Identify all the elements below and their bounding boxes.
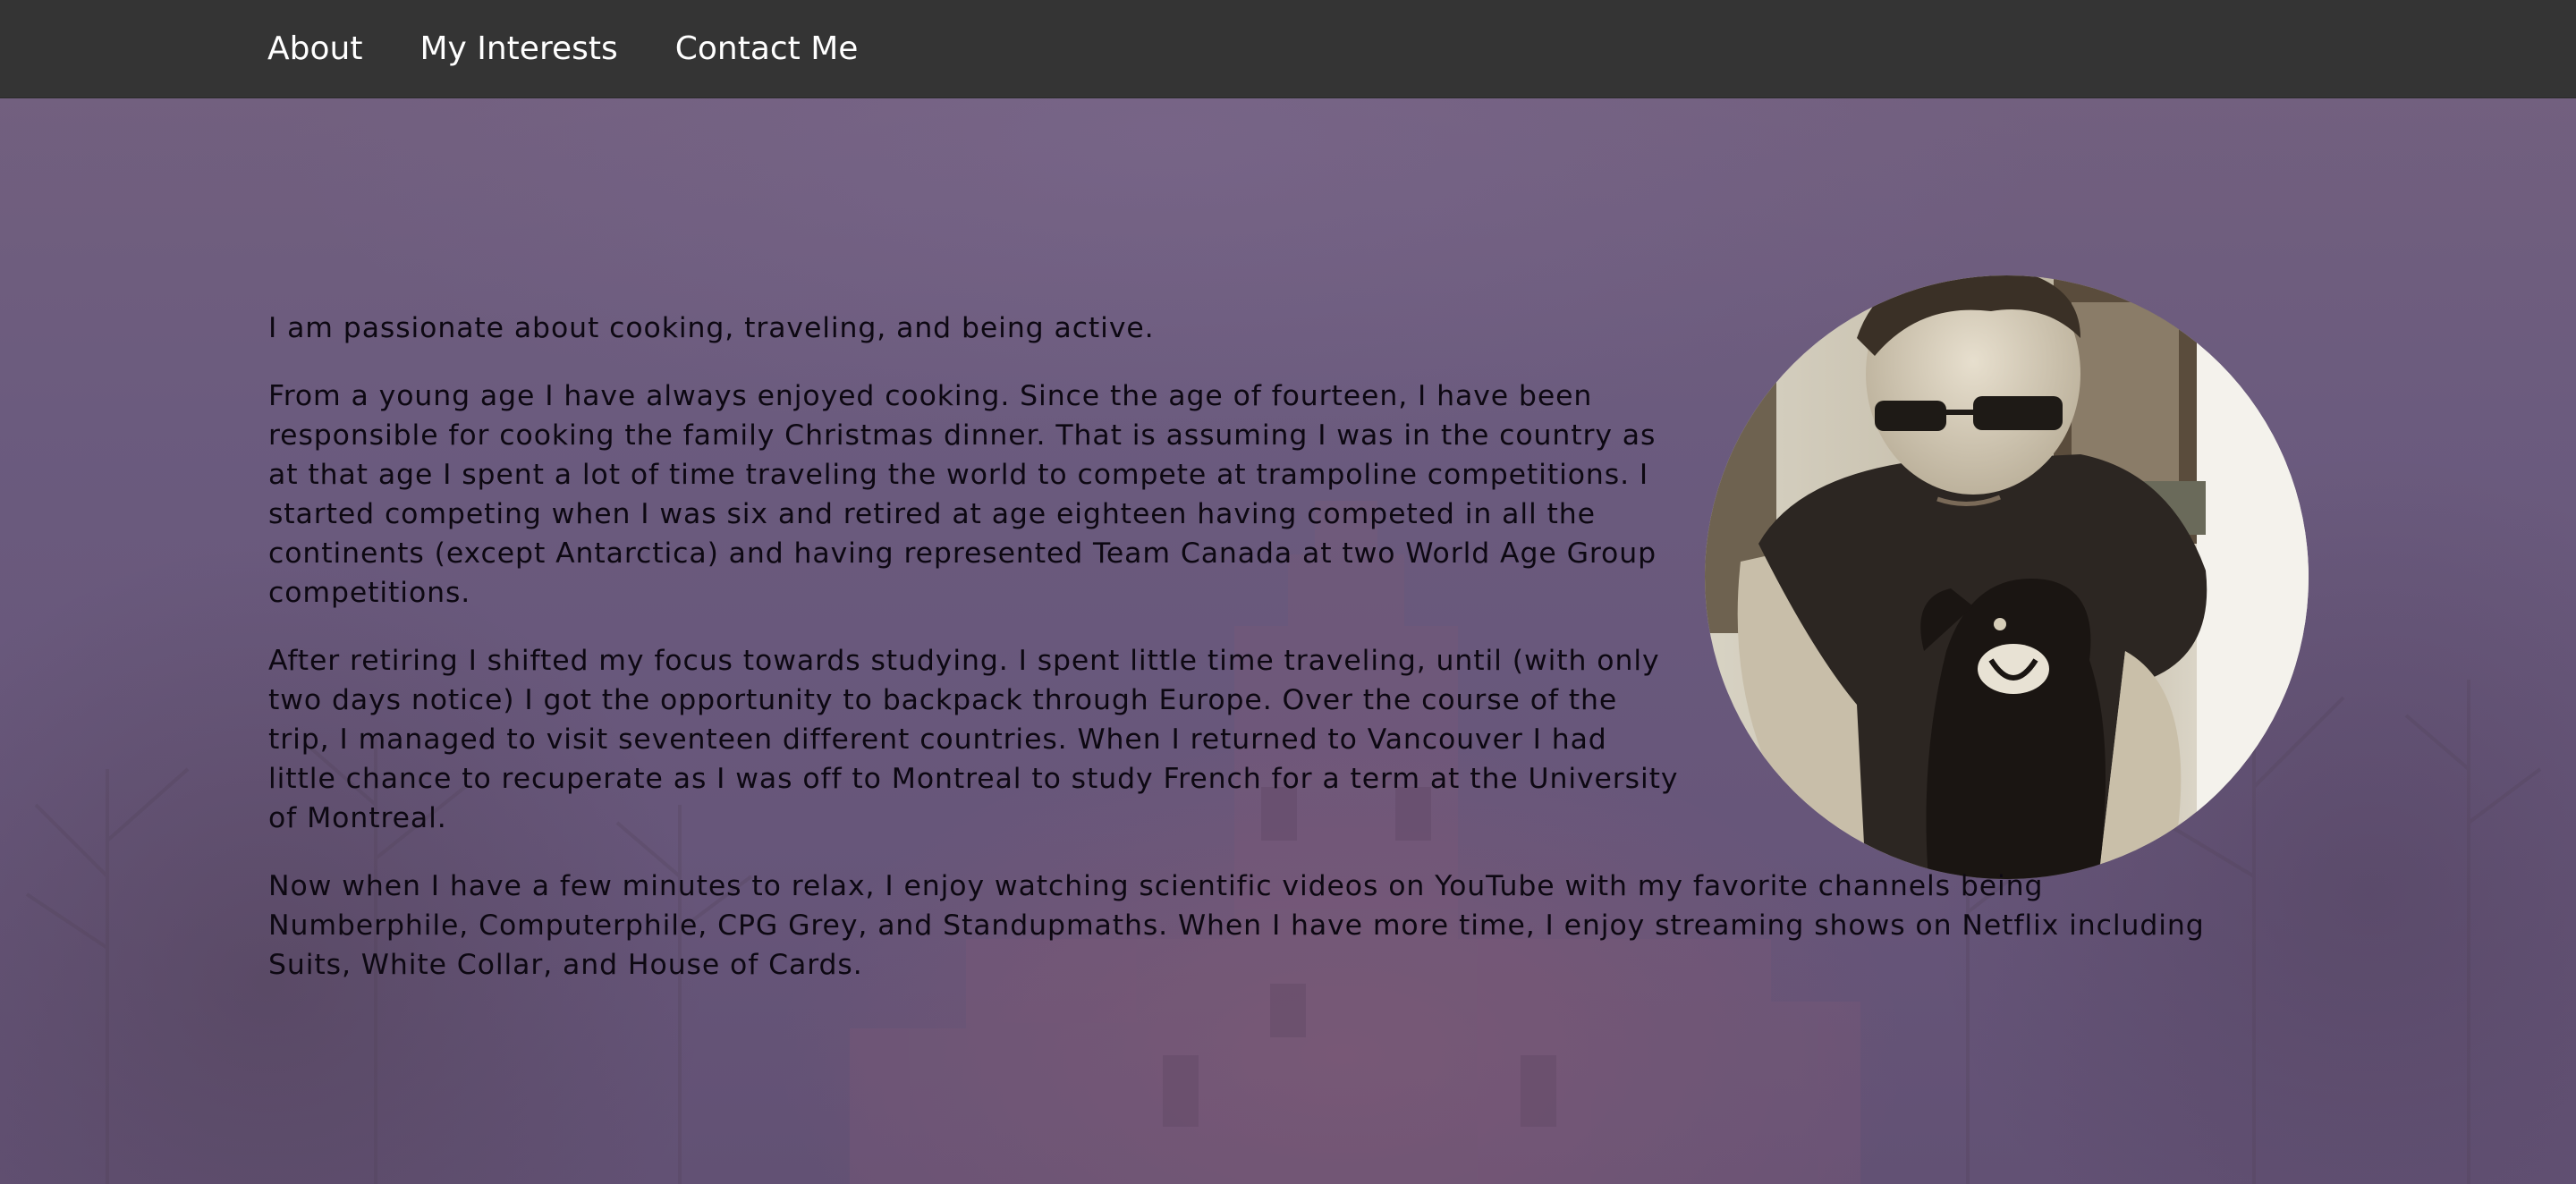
about-content: I am passionate about cooking, traveling… — [268, 309, 2204, 1013]
leisure-paragraph: Now when I have a few minutes to relax, … — [268, 870, 2205, 981]
top-navbar: About My Interests Contact Me — [0, 0, 2576, 98]
profile-photo — [1705, 275, 2309, 879]
nav-link-contact-me[interactable]: Contact Me — [675, 30, 859, 67]
travel-paragraph: After retiring I shifted my focus toward… — [268, 645, 1679, 834]
intro-paragraph: I am passionate about cooking, traveling… — [268, 312, 1155, 344]
nav-link-about[interactable]: About — [267, 30, 362, 67]
nav-link-my-interests[interactable]: My Interests — [419, 30, 617, 67]
cooking-paragraph: From a young age I have always enjoyed c… — [268, 380, 1657, 609]
nav-menu: About My Interests Contact Me — [267, 0, 915, 97]
